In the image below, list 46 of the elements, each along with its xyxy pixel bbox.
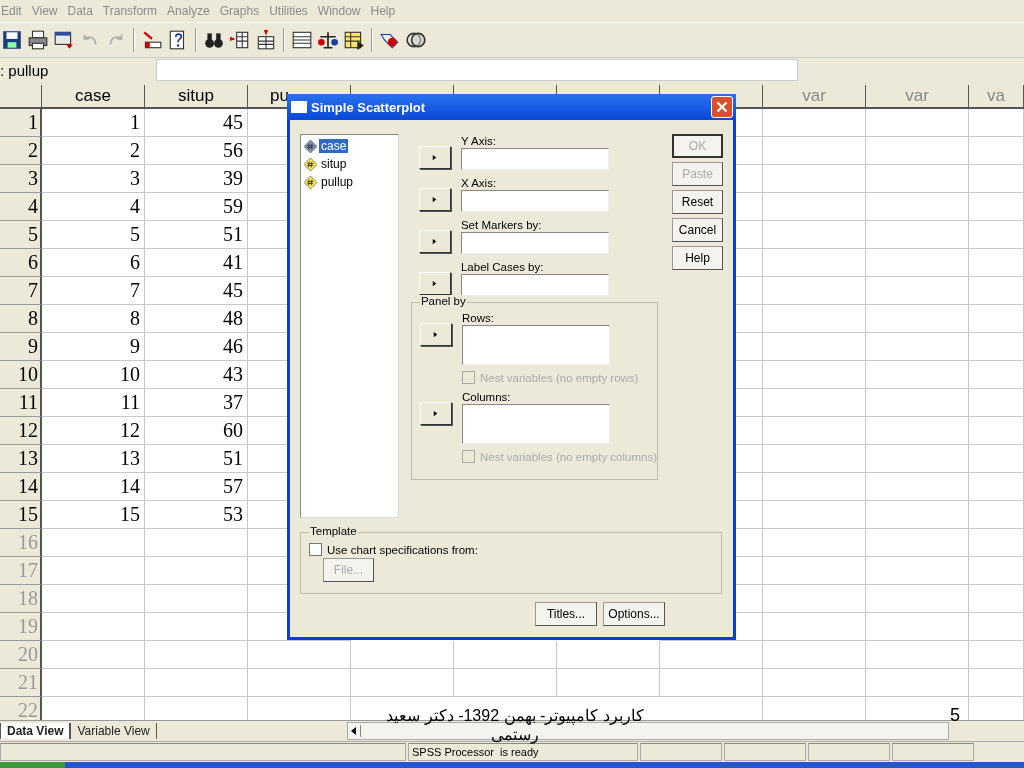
checkbox-label: Use chart specifications from:: [327, 543, 478, 556]
table-cell: 45: [145, 277, 248, 306]
table-cell: 12: [42, 417, 145, 446]
page-number: 5: [950, 705, 960, 726]
table-cell: 57: [145, 473, 248, 502]
table-cell: 39: [145, 165, 248, 194]
field-label: X Axis:: [460, 176, 498, 190]
checkbox-label: Nest variables (no empty columns): [479, 450, 657, 463]
table-cell: 3: [42, 165, 145, 194]
table-cell: 11: [42, 389, 145, 418]
slide-footer-text: کاربرد کامپیوتر- بهمن 1392- دکتر سعید رستمی: [386, 706, 644, 744]
table-cell: 37: [145, 389, 248, 418]
table-cell: 5: [42, 221, 145, 250]
table-cell: 1: [42, 109, 145, 138]
table-cell: 14: [42, 473, 145, 502]
status-text: SPSS Processor is ready: [408, 743, 638, 762]
group-title: Panel by: [419, 295, 467, 307]
field-label: Columns:: [461, 390, 512, 404]
table-cell: 56: [145, 137, 248, 166]
table-cell: 43: [145, 361, 248, 390]
table-cell: 60: [145, 417, 248, 446]
table-cell: 6: [42, 249, 145, 278]
group-title: Template: [309, 525, 358, 537]
table-cell: 51: [145, 445, 248, 474]
table-cell: 9: [42, 333, 145, 362]
field-label: Y Axis:: [460, 134, 497, 148]
table-cell: 8: [42, 305, 145, 334]
field-label: Label Cases by:: [460, 260, 545, 274]
table-cell: 4: [42, 193, 145, 222]
table-cell: 59: [145, 193, 248, 222]
table-cell: 46: [145, 333, 248, 362]
table-cell: 13: [42, 445, 145, 474]
table-cell: 2: [42, 137, 145, 166]
field-label: Set Markers by:: [460, 218, 543, 232]
checkbox-label: Nest variables (no empty rows): [479, 371, 639, 384]
dialog-title: Simple Scatterplot: [311, 99, 427, 115]
table-cell: 41: [145, 249, 248, 278]
field-label: Rows:: [461, 311, 495, 325]
cell-name-label: : pullup: [0, 61, 50, 79]
table-cell: 45: [145, 109, 248, 138]
table-cell: 53: [145, 501, 248, 530]
table-cell: 15: [42, 501, 145, 530]
table-cell: 48: [145, 305, 248, 334]
table-cell: 10: [42, 361, 145, 390]
table-cell: 7: [42, 277, 145, 306]
table-cell: 51: [145, 221, 248, 250]
